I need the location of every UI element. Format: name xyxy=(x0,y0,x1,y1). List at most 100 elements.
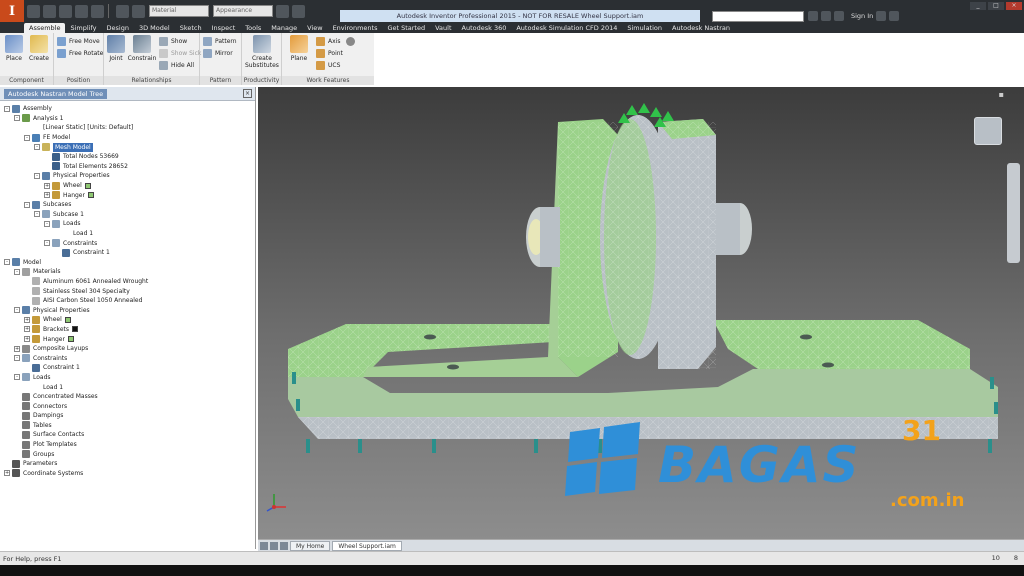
app-logo[interactable]: I xyxy=(0,0,24,22)
ucs-button[interactable]: UCS xyxy=(316,61,343,70)
tree-node[interactable]: Total Nodes 53669 xyxy=(0,152,255,162)
tree-node[interactable]: Constraint 1 xyxy=(0,363,255,373)
component-group-label[interactable]: Component xyxy=(0,76,53,85)
collapse-icon[interactable]: - xyxy=(14,374,20,381)
material-combo[interactable]: Material xyxy=(149,5,209,17)
close-button[interactable]: × xyxy=(1006,2,1022,10)
tree-node[interactable]: Aluminum 6061 Annealed Wrought xyxy=(0,277,255,287)
tree-node[interactable]: Plot Templates xyxy=(0,440,255,450)
tree-node[interactable]: Parameters xyxy=(0,459,255,469)
tree-node[interactable]: - Constraints xyxy=(0,353,255,363)
redo-icon[interactable] xyxy=(91,4,104,18)
tab-autodesk-simulation-cfd-2014[interactable]: Autodesk Simulation CFD 2014 xyxy=(511,23,622,33)
tree-node[interactable]: + Hanger xyxy=(0,334,255,344)
model-tree-title[interactable]: Autodesk Nastran Model Tree xyxy=(4,88,108,99)
expand-icon[interactable]: + xyxy=(44,192,50,199)
select-icon[interactable] xyxy=(132,4,145,18)
arrange-icon[interactable] xyxy=(280,541,288,550)
user-icon[interactable] xyxy=(834,11,844,21)
tree-node[interactable]: + Wheel xyxy=(0,181,255,191)
appearance-combo[interactable]: Appearance xyxy=(213,5,273,17)
tab-assemble[interactable]: Assemble xyxy=(24,23,66,33)
tree-node[interactable]: - Constraints xyxy=(0,238,255,248)
collapse-icon[interactable]: - xyxy=(44,240,50,247)
tree-node[interactable]: + Brackets xyxy=(0,325,255,335)
tree-node[interactable]: Connectors xyxy=(0,401,255,411)
tree-node[interactable]: - FE Model xyxy=(0,133,255,143)
work-features-group-label[interactable]: Work Features xyxy=(282,76,374,85)
expand-icon[interactable]: + xyxy=(24,316,30,323)
tree-node[interactable]: Load 1 xyxy=(0,229,255,239)
tree-node[interactable]: - Loads xyxy=(0,373,255,383)
show-button[interactable]: Show xyxy=(159,37,201,46)
binoculars-icon[interactable] xyxy=(808,11,818,21)
tree-node[interactable]: - Model xyxy=(0,258,255,268)
tab-simplify[interactable]: Simplify xyxy=(65,23,101,33)
new-icon[interactable] xyxy=(27,4,40,18)
tab-3d-model[interactable]: 3D Model xyxy=(134,23,175,33)
tile-icon[interactable] xyxy=(260,541,268,550)
tab-inspect[interactable]: Inspect xyxy=(207,23,241,33)
tree-node[interactable]: - Subcase 1 xyxy=(0,210,255,220)
tree-node[interactable]: Total Elements 28652 xyxy=(0,162,255,172)
free-move-button[interactable]: Free Move xyxy=(57,37,103,46)
measure-icon[interactable] xyxy=(292,4,305,18)
productivity-group-label[interactable]: Productivity xyxy=(242,76,281,85)
tab-view[interactable]: View xyxy=(302,23,327,33)
tree-node[interactable]: Groups xyxy=(0,449,255,459)
collapse-icon[interactable]: - xyxy=(4,105,10,112)
tab-autodesk-360[interactable]: Autodesk 360 xyxy=(457,23,512,33)
star-icon[interactable] xyxy=(821,11,831,21)
tab-vault[interactable]: Vault xyxy=(430,23,456,33)
tab-get-started[interactable]: Get Started xyxy=(382,23,430,33)
hide-all-button[interactable]: Hide All xyxy=(159,61,201,70)
collapse-icon[interactable]: - xyxy=(14,307,20,314)
tree-node[interactable]: Constraint 1 xyxy=(0,248,255,258)
collapse-icon[interactable]: - xyxy=(34,144,40,151)
tab-design[interactable]: Design xyxy=(102,23,134,33)
expand-icon[interactable]: + xyxy=(4,470,10,477)
tab-tools[interactable]: Tools xyxy=(240,23,266,33)
maximize-button[interactable]: □ xyxy=(988,2,1004,10)
relationships-group-label[interactable]: Relationships xyxy=(104,76,199,85)
tree-node[interactable]: - Assembly xyxy=(0,104,255,114)
open-icon[interactable] xyxy=(43,4,56,18)
expand-icon[interactable]: + xyxy=(14,345,20,352)
undo-icon[interactable] xyxy=(75,4,88,18)
close-icon[interactable]: × xyxy=(243,89,252,98)
sign-in-link[interactable]: Sign In xyxy=(851,12,873,20)
tree-node[interactable]: - Analysis 1 xyxy=(0,114,255,124)
navigation-bar[interactable] xyxy=(1007,163,1020,263)
tab-sketch[interactable]: Sketch xyxy=(175,23,207,33)
save-icon[interactable] xyxy=(59,4,72,18)
minimize-button[interactable]: _ xyxy=(970,2,986,10)
search-input[interactable] xyxy=(712,11,804,22)
collapse-icon[interactable]: - xyxy=(24,201,30,208)
collapse-icon[interactable]: - xyxy=(44,220,50,227)
collapse-icon[interactable]: - xyxy=(24,134,30,141)
cascade-icon[interactable] xyxy=(270,541,278,550)
tree-node[interactable]: Load 1 xyxy=(0,382,255,392)
tree-node[interactable]: - Physical Properties xyxy=(0,305,255,315)
tree-node[interactable]: Tables xyxy=(0,421,255,431)
show-sick-button[interactable]: Show Sick xyxy=(159,49,201,58)
tab-autodesk-nastran[interactable]: Autodesk Nastran xyxy=(667,23,735,33)
tree-node[interactable]: Stainless Steel 304 Specialty xyxy=(0,286,255,296)
tab-simulation[interactable]: Simulation xyxy=(622,23,667,33)
collapse-icon[interactable]: - xyxy=(14,115,20,122)
collapse-icon[interactable]: - xyxy=(34,211,40,218)
mirror-button[interactable]: Mirror xyxy=(203,49,237,58)
viewport-close-icon[interactable]: ▪ xyxy=(999,90,1004,99)
viewcube[interactable] xyxy=(974,117,1002,145)
help-icon[interactable] xyxy=(889,11,900,21)
tab-my-home[interactable]: My Home xyxy=(290,540,331,551)
axis-button[interactable]: Axis xyxy=(316,37,343,46)
tree-node[interactable]: AISI Carbon Steel 1050 Annealed xyxy=(0,296,255,306)
expand-icon[interactable]: + xyxy=(44,182,50,189)
tree-node[interactable]: - Mesh Model xyxy=(0,142,255,152)
tree-node[interactable]: [Linear Static] [Units: Default] xyxy=(0,123,255,133)
tree-node[interactable]: - Physical Properties xyxy=(0,171,255,181)
collapse-icon[interactable]: - xyxy=(14,355,20,362)
return-icon[interactable] xyxy=(116,4,129,18)
ribbon-options-dropdown[interactable] xyxy=(345,37,355,46)
